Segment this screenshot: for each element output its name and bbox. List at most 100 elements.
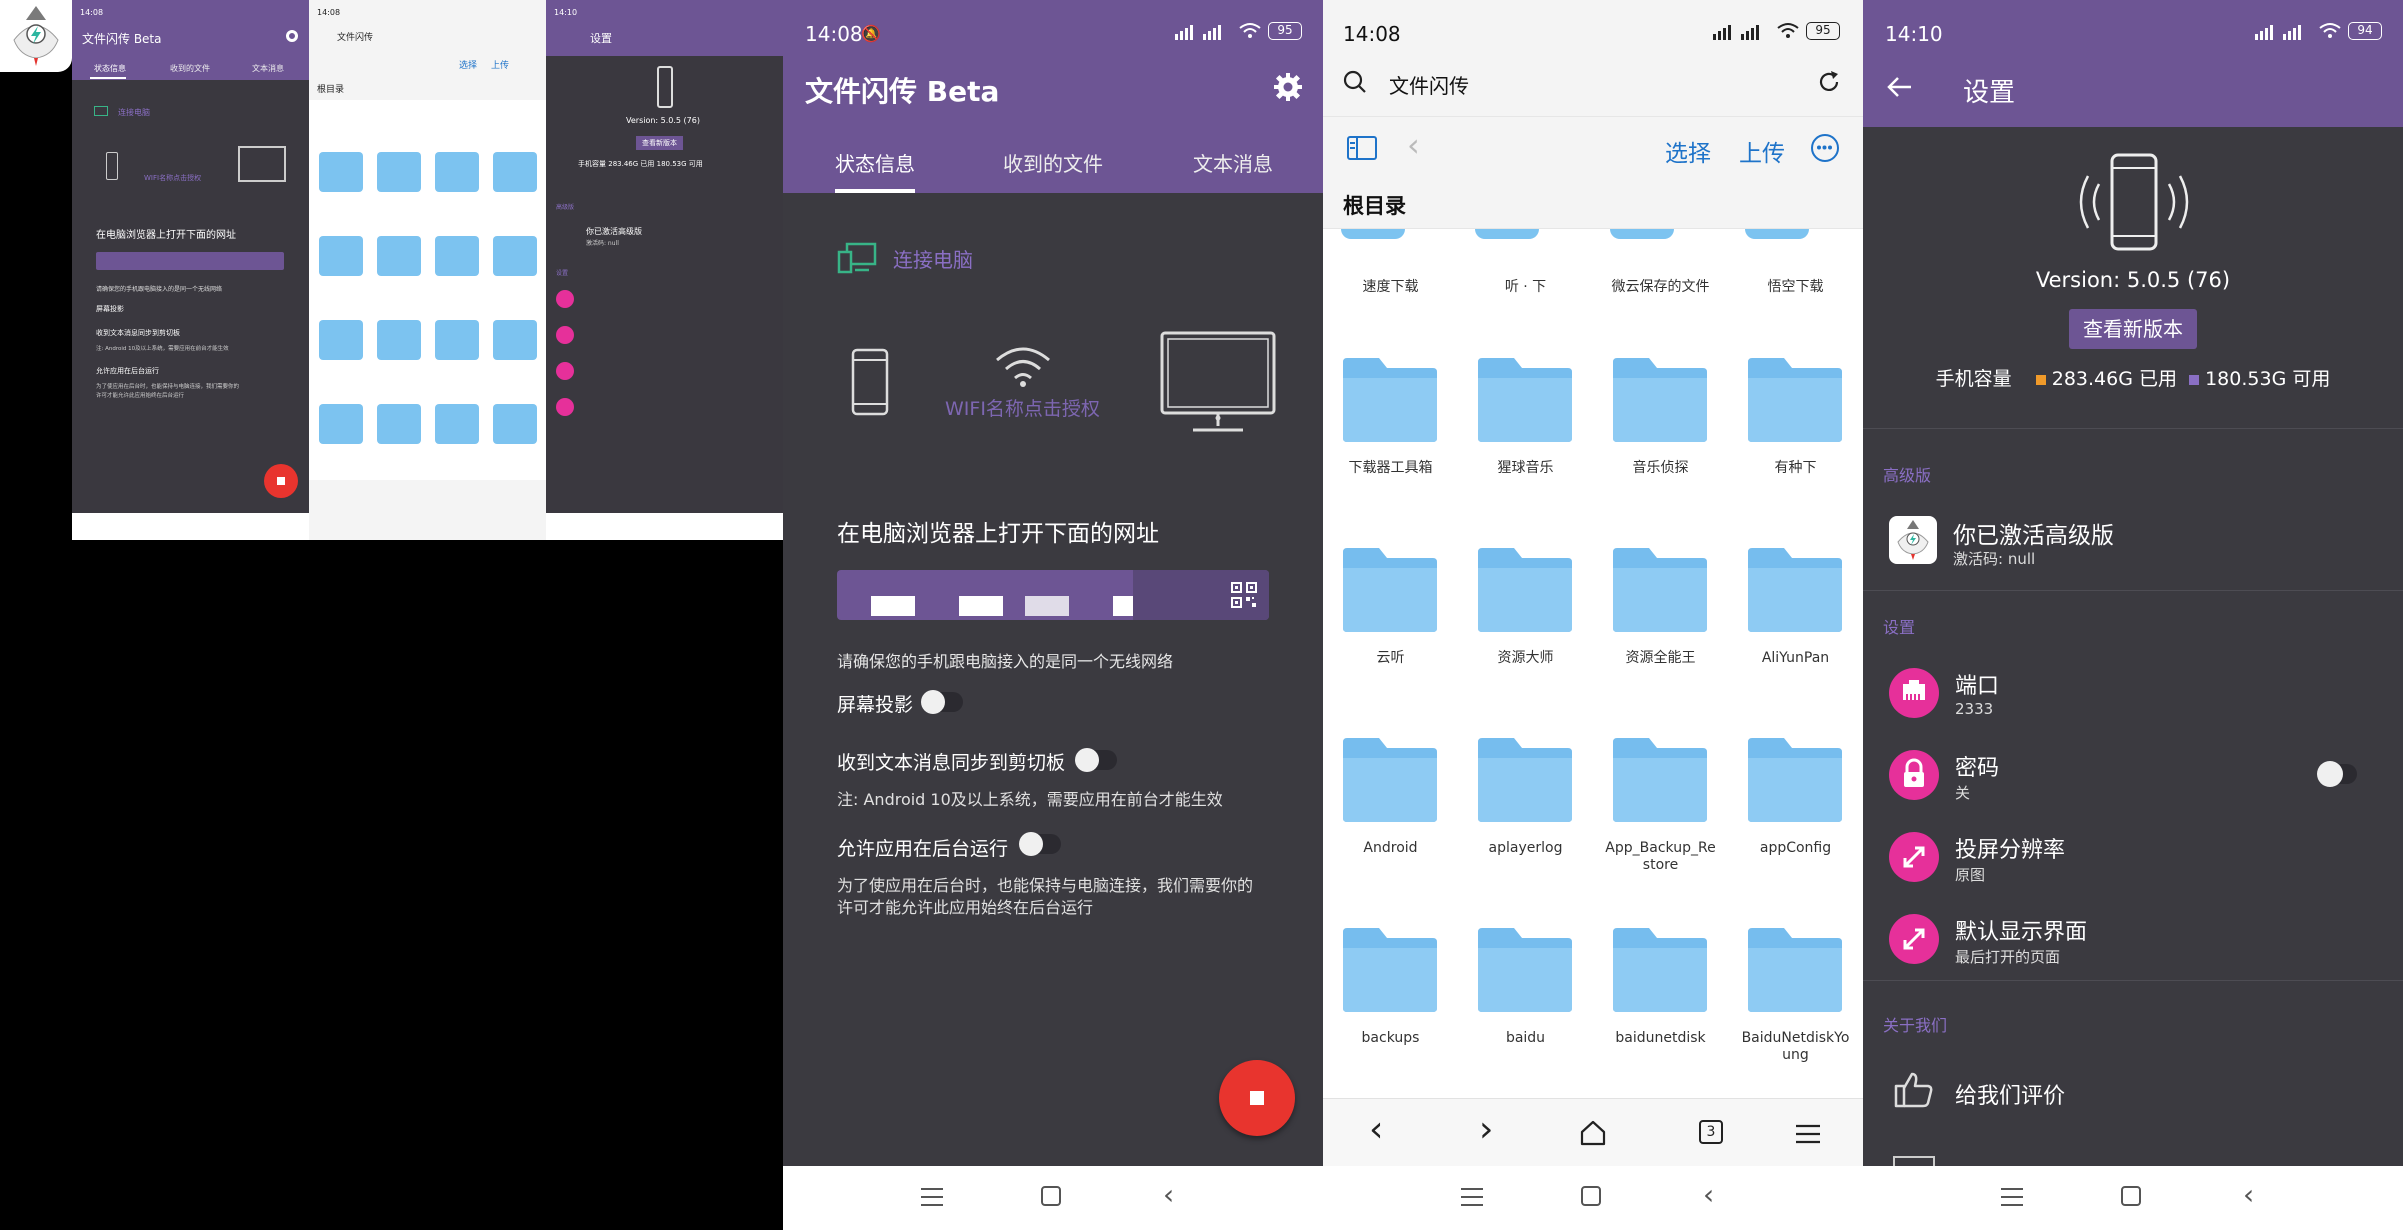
url-box[interactable] — [837, 570, 1269, 620]
folder-item[interactable]: 下载器工具箱 — [1323, 350, 1458, 540]
folder-icon[interactable] — [1745, 229, 1809, 239]
connect-pc-label[interactable]: 连接电脑 — [893, 244, 973, 273]
qr-code-icon[interactable] — [1231, 582, 1257, 608]
folder-icon[interactable] — [1341, 229, 1405, 239]
folder-label: 资源大师 — [1497, 650, 1554, 666]
background-note-2: 许可才能允许此应用始终在后台运行 — [96, 393, 185, 399]
status-time: 14:08 — [80, 8, 104, 17]
select-button[interactable]: 选择 — [1665, 134, 1711, 168]
lock-icon — [1889, 750, 1939, 800]
app-title: 文件闪传 Beta — [82, 32, 162, 46]
folder-icon — [1476, 734, 1574, 824]
forward-icon[interactable]: › — [1479, 1109, 1493, 1150]
back-icon[interactable]: ‹ — [2243, 1178, 2254, 1211]
screen-cast-toggle[interactable] — [921, 690, 963, 714]
background-note: 为了使应用在后台时，也能保持与电脑连接，我们需要你的 — [96, 384, 240, 390]
folder-item[interactable]: Android — [1323, 730, 1458, 920]
check-update-button[interactable]: 查看新版本 — [636, 136, 683, 150]
back-icon[interactable]: ‹ — [1703, 1178, 1714, 1211]
check-update-button[interactable]: 查看新版本 — [2069, 309, 2197, 349]
wifi-hint[interactable]: WIFI名称点击授权 — [945, 394, 1100, 421]
select-button[interactable]: 选择 — [459, 58, 477, 71]
url-box[interactable] — [96, 252, 284, 270]
home-icon[interactable] — [1041, 1186, 1061, 1206]
search-input[interactable]: 文件闪传 — [1389, 70, 1469, 99]
menu-icon[interactable] — [1461, 1188, 1483, 1206]
background-toggle[interactable] — [1019, 832, 1061, 856]
sync-clipboard-toggle[interactable] — [1075, 748, 1117, 772]
folder-item[interactable]: aplayerlog — [1458, 730, 1593, 920]
refresh-icon[interactable] — [1817, 70, 1841, 94]
upload-button[interactable]: 上传 — [1739, 134, 1785, 168]
search-text[interactable]: 文件闪传 — [337, 30, 373, 43]
folder-label: 资源全能王 — [1625, 650, 1696, 666]
app-logo-icon — [1889, 516, 1937, 564]
stop-button[interactable] — [1219, 1060, 1295, 1136]
settings-item-rate[interactable]: 给我们评价 — [1863, 1064, 2403, 1124]
mute-icon: 🔕 — [861, 24, 881, 43]
settings-item-resolution[interactable]: 投屏分辨率 原图 — [1863, 828, 2403, 898]
settings-title: 设置 — [1963, 78, 2016, 108]
battery-icon: 95 — [1268, 22, 1302, 40]
screen-cast-label: 屏幕投影 — [837, 694, 914, 716]
tab-files[interactable]: 收到的文件 — [1003, 148, 1103, 177]
section-pro: 高级版 — [1883, 466, 1932, 485]
rate-us-label: 给我们评价 — [1955, 1084, 2066, 1109]
small-status-screen: 14:08 文件闪传 Beta 状态信息 收到的文件 文本消息 连接电脑 WIF… — [72, 0, 309, 540]
stop-button[interactable] — [264, 464, 298, 498]
resolution-value: 原图 — [1955, 866, 1986, 884]
files-screen: 14:08 95 文件闪传 ‹ 选择 上传 根目录 速度下载 听 · 下 微云保… — [1323, 0, 1863, 1230]
folder-item[interactable]: baidunetdisk — [1593, 920, 1728, 1110]
phone-icon — [657, 66, 673, 108]
folder-item[interactable]: baidu — [1458, 920, 1593, 1110]
folder-item[interactable]: AliYunPan — [1728, 540, 1863, 730]
home-icon[interactable] — [1581, 1186, 1601, 1206]
settings-title: 设置 — [590, 32, 612, 45]
phone-icon — [851, 348, 889, 416]
home-icon[interactable] — [2121, 1186, 2141, 1206]
gear-icon[interactable] — [286, 30, 298, 42]
sidebar-toggle-icon[interactable] — [1347, 136, 1377, 160]
menu-icon[interactable] — [921, 1188, 943, 1206]
folder-item[interactable]: 云听 — [1323, 540, 1458, 730]
search-icon[interactable] — [1343, 70, 1367, 94]
folder-icon — [1611, 544, 1709, 634]
settings-item-password[interactable]: 密码 关 — [1863, 746, 2403, 816]
folder-item[interactable]: 资源大师 — [1458, 540, 1593, 730]
storage-used: 283.46G 已用 — [2051, 368, 2177, 390]
folder-icon[interactable] — [1610, 229, 1674, 239]
tab-status[interactable]: 状态信息 — [835, 148, 915, 177]
folder-item[interactable]: appConfig — [1728, 730, 1863, 920]
wifi-icon — [1239, 22, 1261, 40]
folder-item[interactable]: 有种下 — [1728, 350, 1863, 540]
menu-icon[interactable] — [2001, 1188, 2023, 1206]
password-toggle[interactable] — [2317, 761, 2357, 787]
pro-item[interactable]: 你已激活高级版 激活码: null — [1863, 510, 2403, 578]
wifi-hint[interactable]: WIFI名称点击授权 — [144, 173, 201, 183]
back-icon[interactable]: ‹ — [1163, 1178, 1174, 1211]
back-arrow-icon[interactable] — [1887, 76, 1913, 98]
pro-title[interactable]: 你已激活高级版 — [586, 226, 642, 237]
folder-item[interactable]: 资源全能王 — [1593, 540, 1728, 730]
folder-item[interactable]: 猩球音乐 — [1458, 350, 1593, 540]
menu-icon[interactable] — [1795, 1123, 1821, 1145]
settings-item-port[interactable]: 端口 2333 — [1863, 664, 2403, 734]
connect-pc-label[interactable]: 连接电脑 — [118, 107, 150, 118]
back-icon[interactable]: ‹ — [1369, 1109, 1383, 1150]
folder-item[interactable]: backups — [1323, 920, 1458, 1110]
tab-status[interactable]: 状态信息 — [94, 63, 126, 74]
home-icon[interactable] — [1579, 1119, 1607, 1147]
folder-icon[interactable] — [1475, 229, 1539, 239]
folder-item[interactable]: BaiduNetdiskYo ung — [1728, 920, 1863, 1110]
tab-text[interactable]: 文本消息 — [1193, 148, 1273, 177]
tab-files[interactable]: 收到的文件 — [170, 63, 210, 74]
folder-item[interactable]: 音乐侦探 — [1593, 350, 1728, 540]
folder-item[interactable]: App_Backup_Re store — [1593, 730, 1728, 920]
gear-icon[interactable] — [1273, 72, 1303, 102]
settings-item-default-view[interactable]: 默认显示界面 最后打开的页面 — [1863, 910, 2403, 980]
back-nav-icon[interactable]: ‹ — [1407, 126, 1420, 164]
tab-text[interactable]: 文本消息 — [252, 63, 284, 74]
tabs-count-icon[interactable]: 3 — [1699, 1120, 1723, 1144]
more-icon[interactable] — [1811, 134, 1839, 162]
upload-button[interactable]: 上传 — [491, 58, 509, 71]
